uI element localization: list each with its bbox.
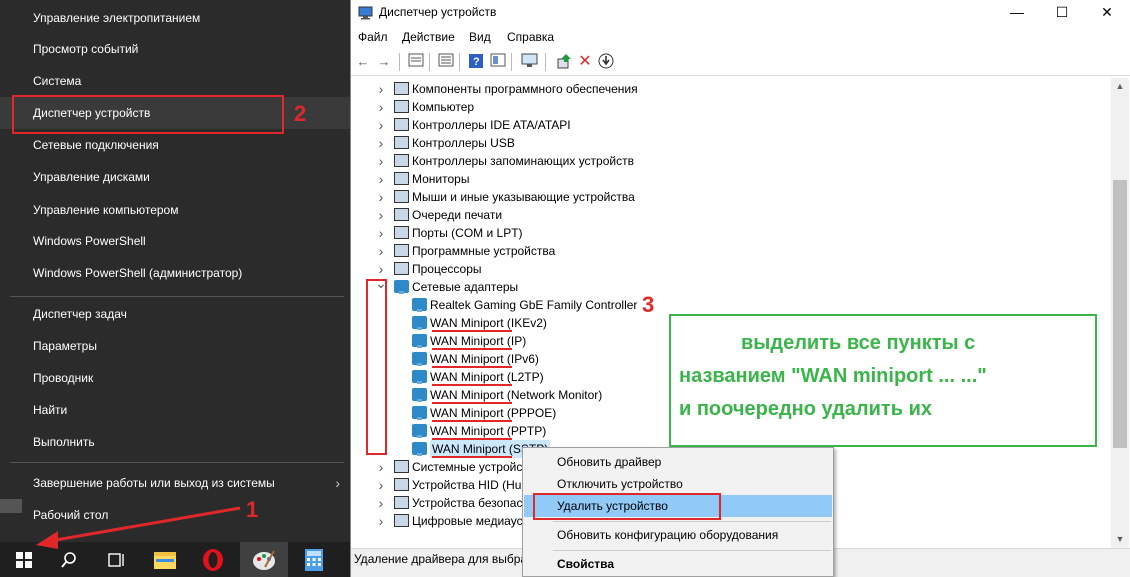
instruction-note: выделить все пункты с названием "WAN min… [669,314,1097,447]
annotation-arrow [36,506,241,549]
note-line-3: и поочередно удалить их [679,398,932,420]
note-line-1: выделить все пункты с [741,332,976,354]
note-line-2: названием "WAN miniport ... ..." [679,365,987,387]
